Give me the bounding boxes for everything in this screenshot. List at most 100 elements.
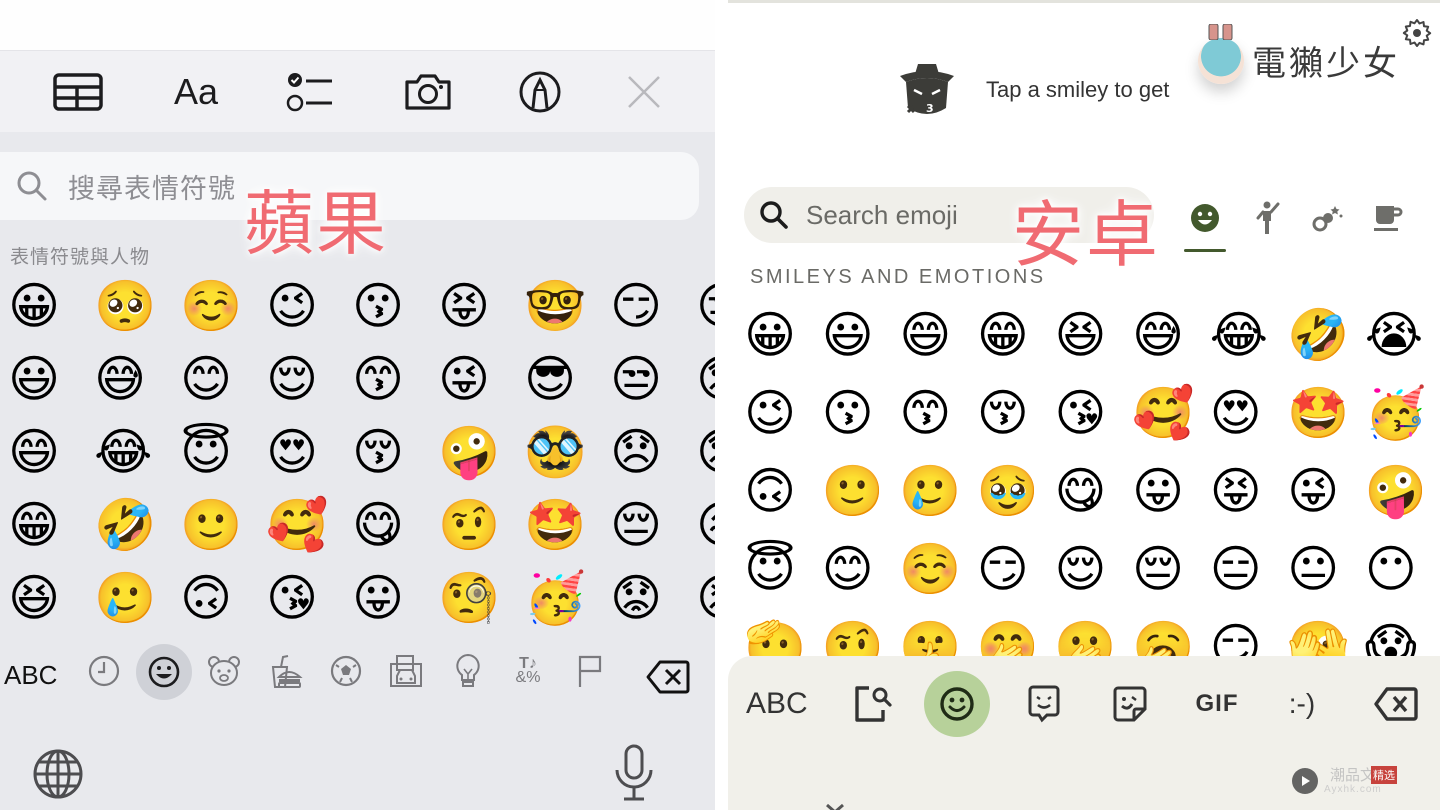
emoji-search-button[interactable] (848, 670, 898, 738)
emoji-key[interactable]: 😛 (350, 568, 436, 628)
emoji-key[interactable]: 🙂 (178, 495, 264, 555)
category-symbols[interactable]: T♪ &% (502, 645, 554, 697)
emoji-key[interactable]: 🙃 (178, 568, 264, 628)
emoji-key[interactable]: 🥳 (1365, 378, 1440, 448)
backspace-button[interactable] (646, 660, 690, 699)
emoji-key[interactable]: 😏 (977, 534, 1055, 604)
emoji-search-field[interactable]: 搜尋表情符號 (0, 152, 699, 220)
emoji-key[interactable]: 😒 (694, 276, 715, 336)
emoji-key[interactable]: 😜 (1287, 456, 1365, 526)
category-smileys[interactable] (136, 644, 192, 700)
emoji-key[interactable]: 😏 (608, 276, 694, 336)
emoji-key[interactable]: 😟 (694, 422, 715, 482)
emoji-key[interactable]: 😖 (694, 495, 715, 555)
table-button[interactable] (52, 69, 104, 115)
category-food[interactable] (260, 645, 312, 697)
emoji-key[interactable]: 😝 (436, 276, 522, 336)
emoji-key[interactable]: 😶 (1365, 534, 1440, 604)
category-animals[interactable] (198, 645, 250, 697)
emoji-key[interactable]: 😔 (608, 495, 694, 555)
emoji-key[interactable]: ☺️ (178, 276, 264, 336)
emoji-key[interactable]: 😃 (6, 349, 92, 409)
backspace-button[interactable] (1370, 670, 1422, 738)
microphone-button[interactable] (612, 744, 656, 807)
emoji-key[interactable]: 😆 (1054, 300, 1132, 370)
emoji-key[interactable]: 🤭 (977, 612, 1055, 656)
emoji-key[interactable]: 😗 (350, 276, 436, 336)
emoji-key[interactable]: 😒 (608, 349, 694, 409)
emoji-key[interactable]: 😋 (1054, 456, 1132, 526)
emoji-key[interactable]: 😇 (178, 422, 264, 482)
emoji-key[interactable]: 😆 (6, 568, 92, 628)
emoji-key[interactable]: 😁 (6, 495, 92, 555)
emoji-key[interactable]: 🙂 (822, 456, 900, 526)
category-travel[interactable] (380, 645, 432, 697)
emoji-key[interactable]: 😋 (350, 495, 436, 555)
emoji-key[interactable]: 😗 (822, 378, 900, 448)
emoji-key[interactable]: 😣 (694, 568, 715, 628)
emoji-key[interactable]: 😝 (1210, 456, 1288, 526)
collapse-keyboard-button[interactable] (824, 800, 846, 810)
emoji-key[interactable]: 😚 (350, 422, 436, 482)
emoji-key[interactable]: 😘 (1054, 378, 1132, 448)
abc-button[interactable]: ABC (746, 670, 808, 738)
emoji-key[interactable]: 🤨 (436, 495, 522, 555)
close-button[interactable] (618, 69, 670, 115)
emoji-key[interactable]: 🥹 (977, 456, 1055, 526)
emoji-key[interactable]: 😑 (1210, 534, 1288, 604)
camera-button[interactable] (402, 69, 454, 115)
category-flags[interactable] (564, 645, 616, 697)
emoji-key[interactable]: 😞 (608, 422, 694, 482)
emoji-key[interactable]: 😚 (977, 378, 1055, 448)
emoji-key[interactable]: 😔 (1132, 534, 1210, 604)
emoji-key[interactable]: 😅 (92, 349, 178, 409)
emoji-key[interactable]: 🤩 (522, 495, 608, 555)
emoji-key[interactable]: 😙 (350, 349, 436, 409)
emoji-key[interactable]: 🤪 (436, 422, 522, 482)
emoji-key[interactable]: 🙃 (744, 456, 822, 526)
emoji-key[interactable]: 🤨 (822, 612, 900, 656)
checklist-button[interactable] (284, 69, 336, 115)
emoji-key[interactable]: 🫢 (1054, 612, 1132, 656)
emoji-key[interactable]: 😉 (264, 276, 350, 336)
emoji-key[interactable]: 😜 (436, 349, 522, 409)
tab-food[interactable] (1366, 196, 1410, 240)
emoji-key[interactable]: 😂 (92, 422, 178, 482)
category-recent[interactable] (78, 645, 130, 697)
emoji-key[interactable]: 😎 (522, 349, 608, 409)
emoji-key[interactable]: 😁 (977, 300, 1055, 370)
emoji-key[interactable]: 😙 (899, 378, 977, 448)
emoji-key[interactable]: 🤣 (92, 495, 178, 555)
emoji-key[interactable]: 😀 (744, 300, 822, 370)
emoji-key[interactable]: 🥲 (92, 568, 178, 628)
emoji-key[interactable]: 😉 (744, 378, 822, 448)
emoji-key[interactable]: 🤫 (899, 612, 977, 656)
emoji-key[interactable]: 🤓 (522, 276, 608, 336)
tab-activities[interactable] (1306, 196, 1350, 240)
emoji-key[interactable]: 🤣 (1287, 300, 1365, 370)
emoji-key[interactable]: 😇 (744, 534, 822, 604)
emoji-key[interactable]: 😊 (822, 534, 900, 604)
emoji-key[interactable]: 😛 (1132, 456, 1210, 526)
gif-button[interactable]: GIF (1192, 670, 1242, 738)
emoji-key[interactable]: 🥲 (899, 456, 977, 526)
emoji-key[interactable]: 😌 (264, 349, 350, 409)
emoji-key[interactable]: 😄 (6, 422, 92, 482)
emoji-key[interactable]: 😍 (264, 422, 350, 482)
abc-button[interactable]: ABC (4, 660, 57, 691)
emoji-key[interactable]: 😍 (1210, 378, 1288, 448)
globe-button[interactable] (32, 748, 84, 805)
emoji-key[interactable]: 😐 (1287, 534, 1365, 604)
emoji-key[interactable]: 🧐 (436, 568, 522, 628)
emoji-key[interactable]: 😟 (608, 568, 694, 628)
emoticons-button[interactable]: :-) (1282, 670, 1322, 738)
emoji-key[interactable]: 😞 (694, 349, 715, 409)
tab-smileys[interactable] (1183, 196, 1227, 240)
markup-button[interactable] (514, 69, 566, 115)
emoji-key[interactable]: 😘 (264, 568, 350, 628)
emoji-key[interactable]: 🥱 (1132, 612, 1210, 656)
emoji-key[interactable]: 😄 (899, 300, 977, 370)
emoji-key[interactable]: 😱 (1365, 612, 1440, 656)
settings-button[interactable] (1402, 18, 1432, 53)
emoji-key[interactable]: ☺️ (899, 534, 977, 604)
